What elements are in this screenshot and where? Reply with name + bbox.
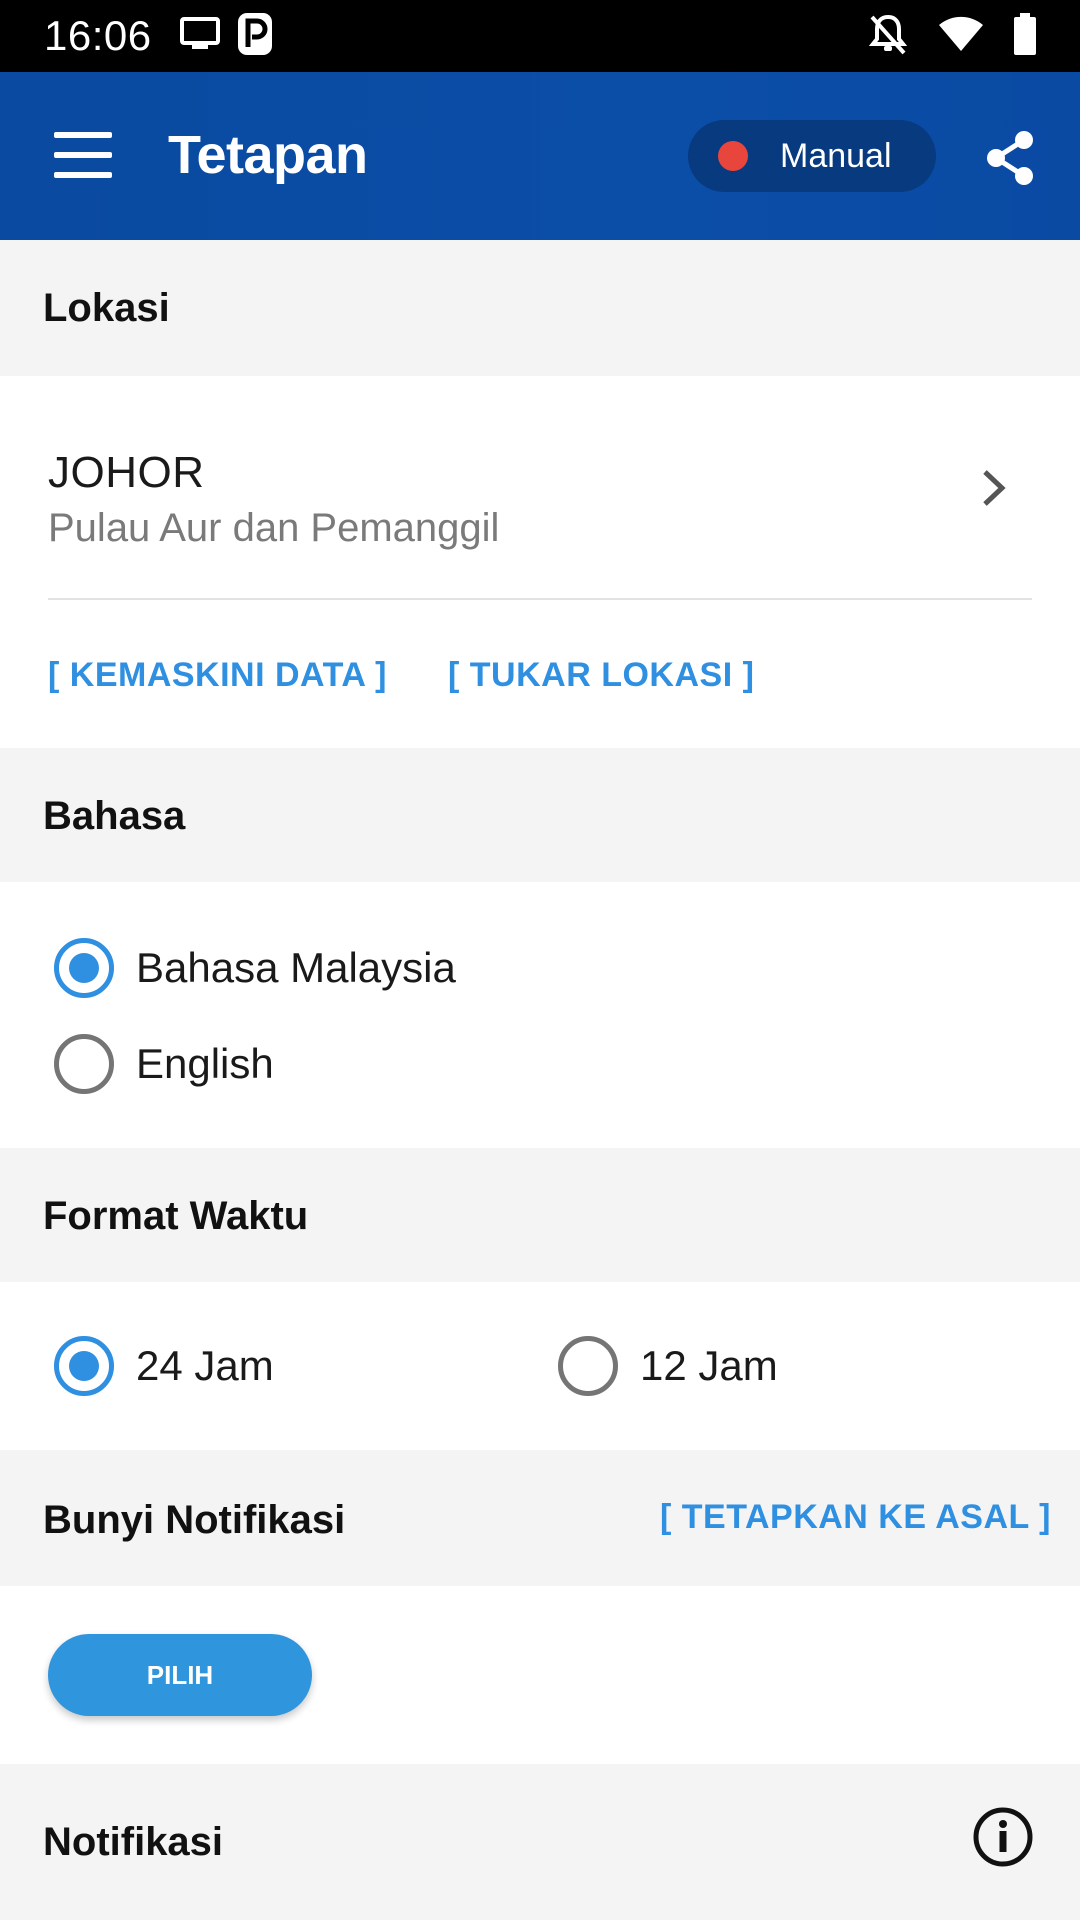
location-section-header: Lokasi [0,240,1080,376]
notifications-section-header: Notifikasi [0,1764,1080,1920]
share-icon[interactable] [984,130,1036,186]
language-option-label: Bahasa Malaysia [136,944,456,991]
time-format-section-header: Format Waktu [0,1148,1080,1282]
location-state: JOHOR [48,448,205,497]
time-format-option-label: 24 Jam [136,1342,274,1389]
location-zone: Pulau Aur dan Pemanggil [48,506,500,550]
language-option-english[interactable]: English [54,1034,274,1094]
status-bar: 16:06 [0,0,1080,72]
mode-status-dot [718,141,748,171]
time-format-option-label: 12 Jam [640,1342,778,1389]
time-format-header: Format Waktu [43,1194,309,1238]
radio-checked-icon[interactable] [54,1336,114,1396]
language-section-header: Bahasa [0,748,1080,882]
time-format-option-12h[interactable]: 12 Jam [558,1336,778,1396]
battery-icon [1014,12,1036,60]
radio-checked-icon[interactable] [54,938,114,998]
language-option-label: English [136,1040,274,1087]
screen-cast-icon [179,16,220,56]
notification-sound-section-header: Bunyi Notifikasi [ TETAPKAN KE ASAL ] [0,1450,1080,1586]
language-header: Bahasa [43,794,186,838]
reset-default-link[interactable]: [ TETAPKAN KE ASAL ] [660,1498,1051,1537]
language-option-malay[interactable]: Bahasa Malaysia [54,938,456,998]
divider [48,598,1032,600]
parking-app-icon [237,12,272,60]
notifications-header: Notifikasi [43,1820,224,1864]
radio-unchecked-icon[interactable] [54,1034,114,1094]
app-bar: Tetapan Manual [0,72,1080,240]
menu-icon[interactable] [54,132,112,180]
notification-sound-header: Bunyi Notifikasi [43,1498,346,1542]
wifi-icon [938,15,984,58]
info-icon[interactable] [972,1806,1034,1868]
radio-unchecked-icon[interactable] [558,1336,618,1396]
location-mode-chip[interactable]: Manual [688,120,936,192]
location-header: Lokasi [43,286,170,330]
page-title: Tetapan [168,125,368,185]
status-time: 16:06 [44,12,152,59]
time-format-option-24h[interactable]: 24 Jam [54,1336,274,1396]
chevron-right-icon[interactable] [980,468,1008,508]
change-location-link[interactable]: [ TUKAR LOKASI ] [448,656,754,695]
mode-label: Manual [780,136,892,175]
update-data-link[interactable]: [ KEMASKINI DATA ] [48,656,387,695]
pick-sound-button[interactable]: PILIH [48,1634,312,1716]
notifications-off-icon [868,13,908,60]
